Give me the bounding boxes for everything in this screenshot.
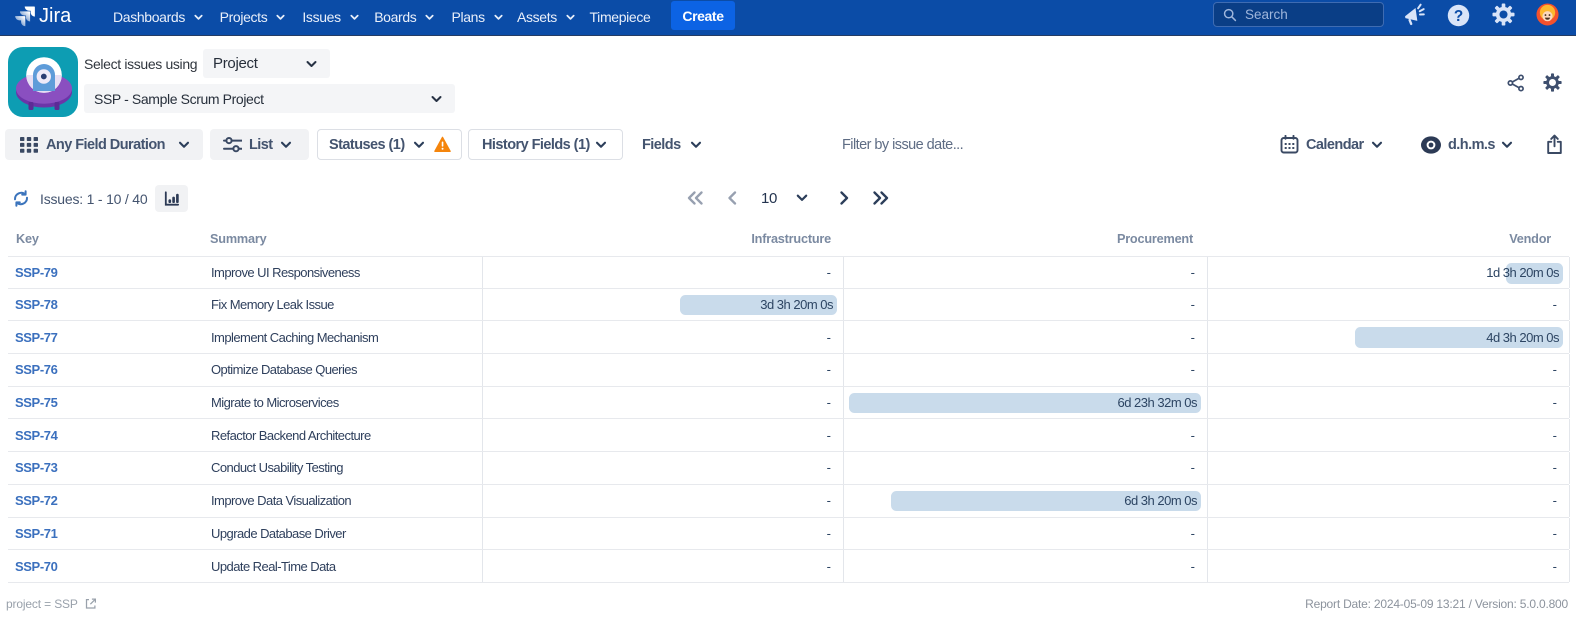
svg-text:?: ? <box>1454 8 1463 25</box>
